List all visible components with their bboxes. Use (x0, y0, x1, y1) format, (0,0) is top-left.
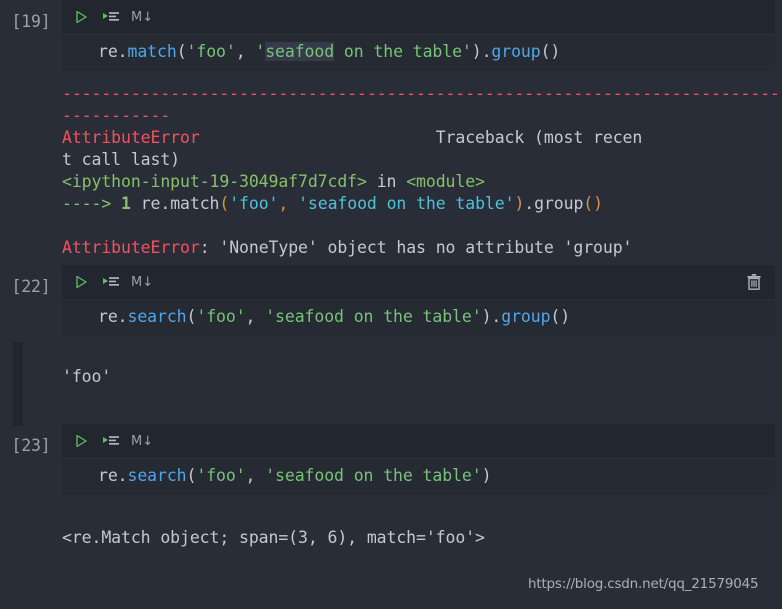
error-type: AttributeError (62, 128, 200, 147)
output-line-divider: ----------------------------------------… (62, 84, 782, 103)
output-line-divider: ----------- (62, 106, 171, 125)
tb-code: 'foo' (229, 194, 279, 213)
markdown-toggle-label[interactable]: M↓ (131, 10, 153, 25)
play-icon[interactable] (69, 270, 93, 294)
code-token: 'foo' (196, 466, 246, 485)
output-line-frame: <ipython-input-19-3049af7d7cdf> in <modu… (0, 171, 782, 193)
code-token: , (235, 42, 256, 61)
code-editor-row[interactable]: re.search('foo', 'seafood on the table') (62, 459, 775, 495)
cell-prompt-number: [19] (11, 12, 51, 31)
tb-code: , (278, 194, 289, 213)
output-line-blank (0, 215, 782, 237)
output-line-result: 'foo' (62, 367, 112, 386)
code-token: ) (481, 466, 492, 485)
cell-output-area: <re.Match object; span=(3, 6), match='fo… (0, 495, 782, 551)
code-token: on the table' (334, 42, 472, 61)
code-token: , (245, 466, 266, 485)
tb-code: ) (514, 194, 525, 213)
cell-prompt-number: [22] (11, 277, 51, 296)
output-selection-indicator (13, 342, 23, 426)
output-line-blank (0, 344, 782, 366)
code-line[interactable]: re.match('foo', 'seafood on the table').… (62, 41, 775, 63)
code-token: () (540, 42, 561, 61)
output-line-error-header: AttributeError Traceback (most recen (0, 127, 782, 149)
traceback-space (111, 194, 121, 213)
frame-location: <ipython-input-19-3049af7d7cdf> (62, 172, 367, 191)
play-icon[interactable] (69, 429, 93, 453)
trash-icon[interactable] (743, 271, 765, 293)
code-token: match (127, 42, 177, 61)
error-type: AttributeError (62, 238, 200, 257)
tb-code: 'seafood on the table' (298, 194, 515, 213)
cell-toolbar: M↓ (62, 424, 775, 459)
code-token: 'foo' (196, 307, 246, 326)
code-editor-row[interactable]: re.match('foo', 'seafood on the table').… (62, 35, 775, 71)
notebook-cell: [22] M↓ re.search('foo', 'seafood on the… (0, 265, 782, 426)
traceback-space (131, 194, 141, 213)
cell-body: M↓ re.search('foo', 'seafood on the tabl… (62, 424, 775, 495)
code-token: re. (98, 42, 128, 61)
cell-toolbar: M↓ (62, 265, 775, 300)
notebook-canvas: [19] M↓ re.match('foo', 'seafood on the … (0, 0, 782, 609)
cell-body: M↓ re.search('foo', 'seafood on the tabl… (62, 265, 775, 336)
output-line-blank (0, 505, 782, 527)
cell-toolbar: M↓ (62, 0, 775, 35)
frame-scope: <module> (406, 172, 485, 191)
run-and-advance-icon[interactable] (99, 429, 123, 453)
code-token: ). (481, 307, 502, 326)
tb-code: re.match (140, 194, 220, 213)
markdown-toggle-label[interactable]: M↓ (131, 434, 153, 449)
cell-output-area: ----------------------------------------… (0, 71, 782, 265)
code-token: 'seafood on the table' (265, 466, 482, 485)
code-token: search (127, 307, 187, 326)
code-token: ( (186, 466, 197, 485)
csdn-watermark: https://blog.csdn.net/qq_21579045 (528, 576, 759, 592)
output-line-error-message: AttributeError: 'NoneType' object has no… (0, 237, 782, 259)
run-and-advance-icon[interactable] (99, 5, 123, 29)
output-line: t call last) (62, 150, 181, 169)
code-line[interactable]: re.search('foo', 'seafood on the table')… (62, 306, 775, 328)
run-and-advance-icon[interactable] (99, 270, 123, 294)
error-message: : 'NoneType' object has no attribute 'gr… (199, 238, 633, 257)
code-token-selected: seafood (265, 42, 335, 61)
output-line-blank (0, 388, 782, 410)
code-token: re. (98, 307, 128, 326)
output-line-traceback-code: ----> 1 re.match('foo', 'seafood on the … (0, 193, 782, 215)
code-token: group (491, 42, 541, 61)
code-token: re. (98, 466, 128, 485)
output-line-result: <re.Match object; span=(3, 6), match='fo… (62, 528, 485, 547)
traceback-lineno: 1 (121, 194, 131, 213)
code-token: 'seafood on the table' (265, 307, 482, 326)
traceback-text: Traceback (most recen (435, 128, 643, 147)
code-token: ( (176, 42, 187, 61)
code-token: ' (255, 42, 266, 61)
markdown-toggle-label[interactable]: M↓ (131, 275, 153, 290)
code-token: ( (186, 307, 197, 326)
code-token: () (550, 307, 571, 326)
tb-code: .group (524, 194, 584, 213)
notebook-cell: [23] M↓ re.search('foo', 'seafood on the… (0, 424, 782, 551)
code-line[interactable]: re.search('foo', 'seafood on the table') (62, 465, 775, 487)
frame-in-keyword: in (366, 172, 407, 191)
tb-code: ( (219, 194, 230, 213)
code-token: , (245, 307, 266, 326)
code-token: ). (471, 42, 492, 61)
tb-code: () (583, 194, 603, 213)
cell-body: M↓ re.match('foo', 'seafood on the table… (62, 0, 775, 71)
notebook-cell: [19] M↓ re.match('foo', 'seafood on the … (0, 0, 782, 265)
cell-output-area: 'foo' (0, 336, 782, 426)
traceback-spacer (200, 128, 436, 147)
code-editor-row[interactable]: re.search('foo', 'seafood on the table')… (62, 300, 775, 336)
code-token: group (501, 307, 551, 326)
code-token: search (127, 466, 187, 485)
tb-code (288, 194, 298, 213)
code-token: 'foo' (186, 42, 236, 61)
play-icon[interactable] (69, 5, 93, 29)
cell-prompt-number: [23] (11, 436, 51, 455)
traceback-arrow: ----> (62, 194, 112, 213)
